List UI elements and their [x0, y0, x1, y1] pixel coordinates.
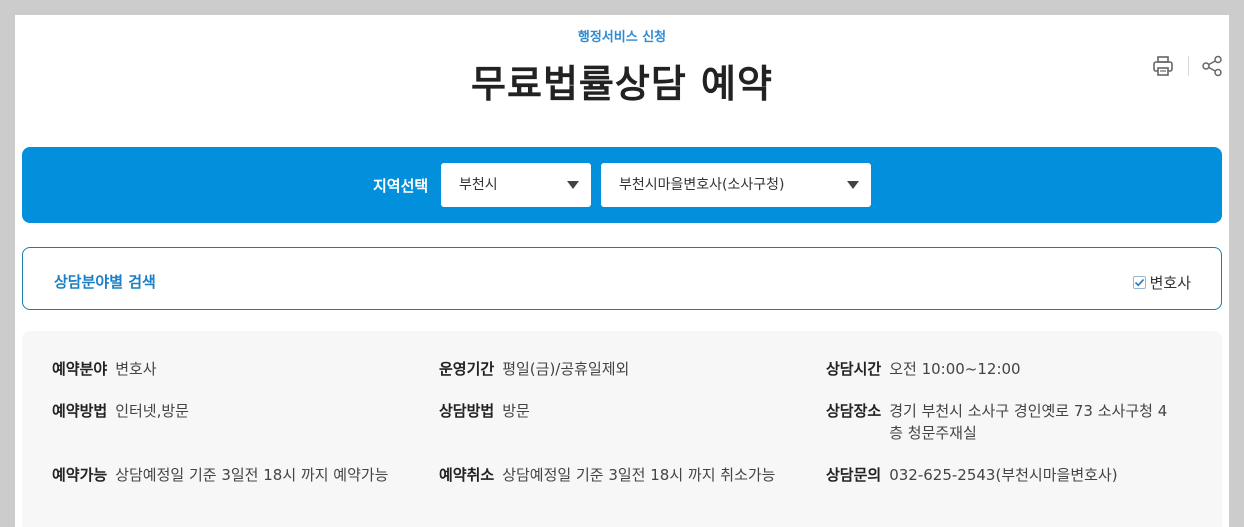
page-title: 무료법률상담 예약 — [471, 62, 773, 106]
info-value: 오전 10:00~12:00 — [889, 360, 1021, 378]
office-select-value: 부천시마을변호사(소사구청) — [619, 177, 785, 193]
city-select-value: 부천시 — [459, 177, 498, 193]
info-available: 예약가능 상담예정일 기준 3일전 18시 까지 예약가능 — [52, 464, 388, 486]
info-value: 방문 — [502, 402, 530, 420]
info-key: 상담문의 — [826, 466, 882, 484]
print-button[interactable] — [1150, 53, 1176, 79]
info-value: 경기 부천시 소사구 경인옛로 73 소사구청 4층 청문주재실 — [889, 402, 1168, 442]
office-select[interactable]: 부천시마을변호사(소사구청) — [601, 163, 871, 207]
region-select-bar: 지역선택 부천시 부천시마을변호사(소사구청) — [22, 147, 1222, 223]
share-button[interactable] — [1199, 53, 1225, 79]
share-icon — [1202, 55, 1222, 77]
lawyer-checkbox-label: 변호사 — [1149, 274, 1191, 292]
print-icon — [1153, 56, 1173, 76]
info-value: 평일(금)/공휴일제외 — [502, 360, 630, 378]
field-search-title: 상담분야별 검색 — [54, 273, 156, 291]
dropdown-arrow-icon — [567, 181, 579, 189]
info-key: 상담방법 — [439, 402, 495, 420]
region-label: 지역선택 — [373, 177, 429, 195]
info-consult-method: 상담방법 방문 — [439, 400, 530, 422]
info-cancel: 예약취소 상담예정일 기준 3일전 18시 까지 취소가능 — [439, 464, 775, 486]
info-place: 상담장소 경기 부천시 소사구 경인옛로 73 소사구청 4층 청문주재실 — [826, 400, 1179, 444]
lawyer-checkbox[interactable]: 변호사 — [1132, 272, 1191, 293]
info-value: 변호사 — [115, 360, 157, 378]
field-search-box: 상담분야별 검색 변호사 — [22, 247, 1222, 310]
breadcrumb: 행정서비스 신청 — [577, 30, 667, 45]
reservation-info-panel: 예약분야 변호사 운영기간 평일(금)/공휴일제외 상담시간 오전 10:00~… — [22, 331, 1222, 527]
info-field: 예약분야 변호사 — [52, 358, 157, 380]
info-method: 예약방법 인터넷,방문 — [52, 400, 189, 422]
info-period: 운영기간 평일(금)/공휴일제외 — [439, 358, 629, 380]
info-value: 상담예정일 기준 3일전 18시 까지 예약가능 — [115, 466, 389, 484]
dropdown-arrow-icon — [847, 181, 859, 189]
info-value: 032-625-2543(부천시마을변호사) — [889, 466, 1118, 484]
info-key: 상담장소 — [826, 402, 882, 420]
info-key: 상담시간 — [826, 360, 882, 378]
info-key: 운영기간 — [439, 360, 495, 378]
tool-divider — [1188, 56, 1189, 76]
page-tools — [1150, 53, 1225, 79]
info-contact: 상담문의 032-625-2543(부천시마을변호사) — [826, 464, 1118, 486]
info-key: 예약분야 — [52, 360, 108, 378]
info-key: 예약취소 — [439, 466, 495, 484]
info-time: 상담시간 오전 10:00~12:00 — [826, 358, 1021, 380]
info-key: 예약방법 — [52, 402, 108, 420]
checkbox-checked-icon — [1132, 276, 1146, 289]
info-key: 예약가능 — [52, 466, 108, 484]
city-select[interactable]: 부천시 — [441, 163, 591, 207]
info-value: 인터넷,방문 — [115, 402, 189, 420]
info-value: 상담예정일 기준 3일전 18시 까지 취소가능 — [502, 466, 776, 484]
page-container: 행정서비스 신청 무료법률상담 예약 지역선택 부천시 부천시마을변호사(소사구… — [15, 15, 1229, 527]
